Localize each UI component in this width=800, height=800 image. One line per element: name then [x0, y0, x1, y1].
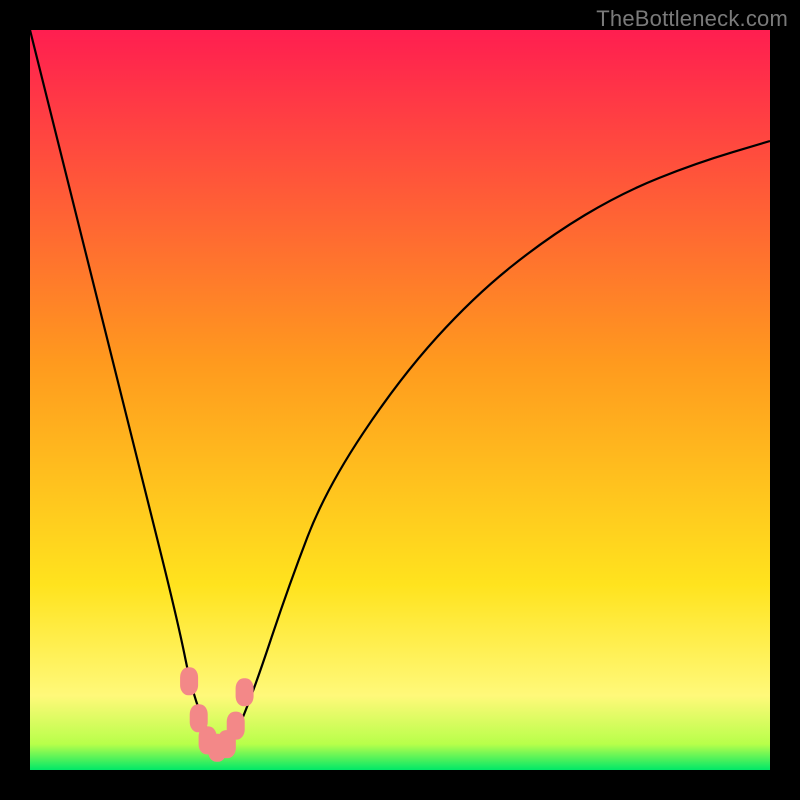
- highlight-marker: [227, 712, 245, 740]
- watermark-text: TheBottleneck.com: [596, 6, 788, 32]
- highlight-marker: [180, 667, 198, 695]
- plot-background: [30, 30, 770, 770]
- highlight-marker: [236, 678, 254, 706]
- chart-frame: TheBottleneck.com: [0, 0, 800, 800]
- bottleneck-plot: [30, 30, 770, 770]
